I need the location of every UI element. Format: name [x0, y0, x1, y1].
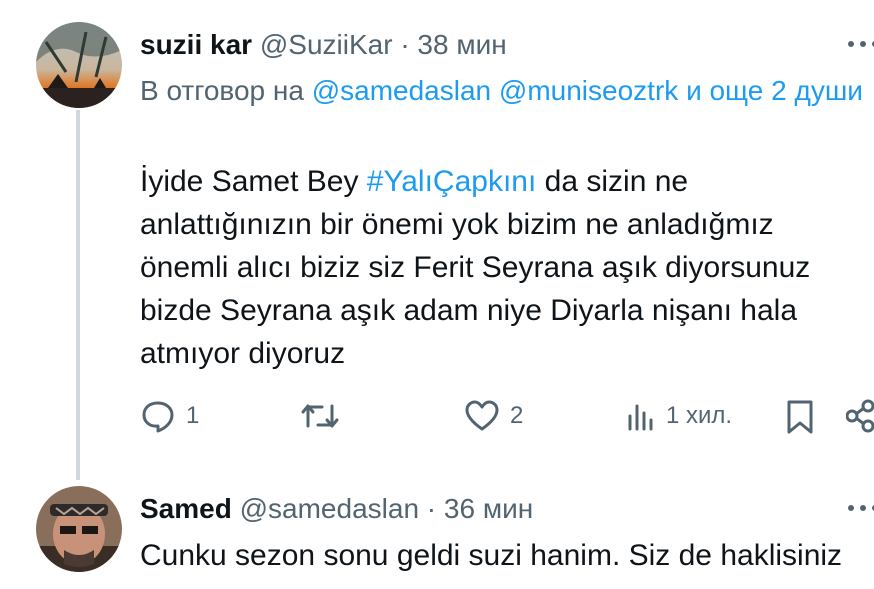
more-icon[interactable]: [846, 488, 874, 523]
like-button[interactable]: 2: [464, 398, 523, 434]
views-count: 1 хил.: [666, 402, 733, 429]
avatar-samedaslan[interactable]: [36, 486, 122, 572]
display-name[interactable]: suzii kar: [140, 29, 252, 60]
text-line: atmıyor diyoruz: [140, 337, 346, 370]
handle[interactable]: @samedaslan: [240, 493, 419, 524]
tweet-header: suzii kar @SuziiKar · 38 мин: [140, 28, 507, 62]
tweet-text: İyide Samet Bey #YalıÇapkını da sizin ne…: [140, 160, 874, 375]
timestamp[interactable]: 36 мин: [444, 493, 533, 524]
tweet-text: Cunku sezon sonu geldi suzi hanim. Siz d…: [140, 539, 843, 572]
heart-icon: [464, 398, 500, 434]
hashtag-link[interactable]: #YalıÇapkını: [367, 165, 537, 198]
views-icon: [626, 398, 656, 434]
text-line: anlattığınızın bir önemi yok bizim ne an…: [140, 208, 774, 241]
reply-count: 1: [186, 402, 200, 429]
reply-others[interactable]: и още 2 души: [686, 75, 863, 106]
share-button[interactable]: [846, 398, 874, 434]
retweet-icon: [300, 398, 340, 434]
mention-muniseoztrk[interactable]: @muniseoztrk: [499, 75, 678, 106]
reply-prefix: В отговор на: [140, 75, 304, 106]
more-icon[interactable]: [846, 24, 874, 59]
text-segment: da sizin ne: [544, 165, 689, 198]
text-line: İyide Samet Bey #YalıÇapkını da sizin ne: [140, 160, 874, 203]
share-icon: [846, 398, 874, 434]
display-name[interactable]: Samed: [140, 493, 232, 524]
text-line: önemli alıcı biziz siz Ferit Seyrana aşı…: [140, 251, 811, 284]
separator-dot: ·: [426, 493, 437, 524]
reply-to-line: В отговор на @samedaslan @muniseoztrk и …: [140, 71, 874, 111]
thread-line: [76, 110, 80, 480]
timestamp[interactable]: 38 мин: [417, 29, 506, 60]
reply-button[interactable]: 1: [140, 398, 199, 434]
bookmark-icon: [784, 398, 816, 436]
text-line: bizde Seyrana aşık adam niye Diyarla niş…: [140, 294, 798, 327]
separator-dot: ·: [400, 29, 410, 60]
bookmark-button[interactable]: [784, 398, 816, 436]
mention-samedaslan[interactable]: @samedaslan: [312, 75, 491, 106]
avatar-suziikar[interactable]: [36, 22, 122, 108]
tweet-header: Samed @samedaslan · 36 мин: [140, 492, 533, 526]
views-button[interactable]: 1 хил.: [626, 398, 732, 434]
like-count: 2: [510, 402, 524, 429]
text-segment: İyide Samet Bey: [140, 165, 359, 198]
handle[interactable]: @SuziiKar: [260, 29, 393, 60]
retweet-button[interactable]: [300, 398, 340, 434]
reply-icon: [140, 398, 176, 434]
